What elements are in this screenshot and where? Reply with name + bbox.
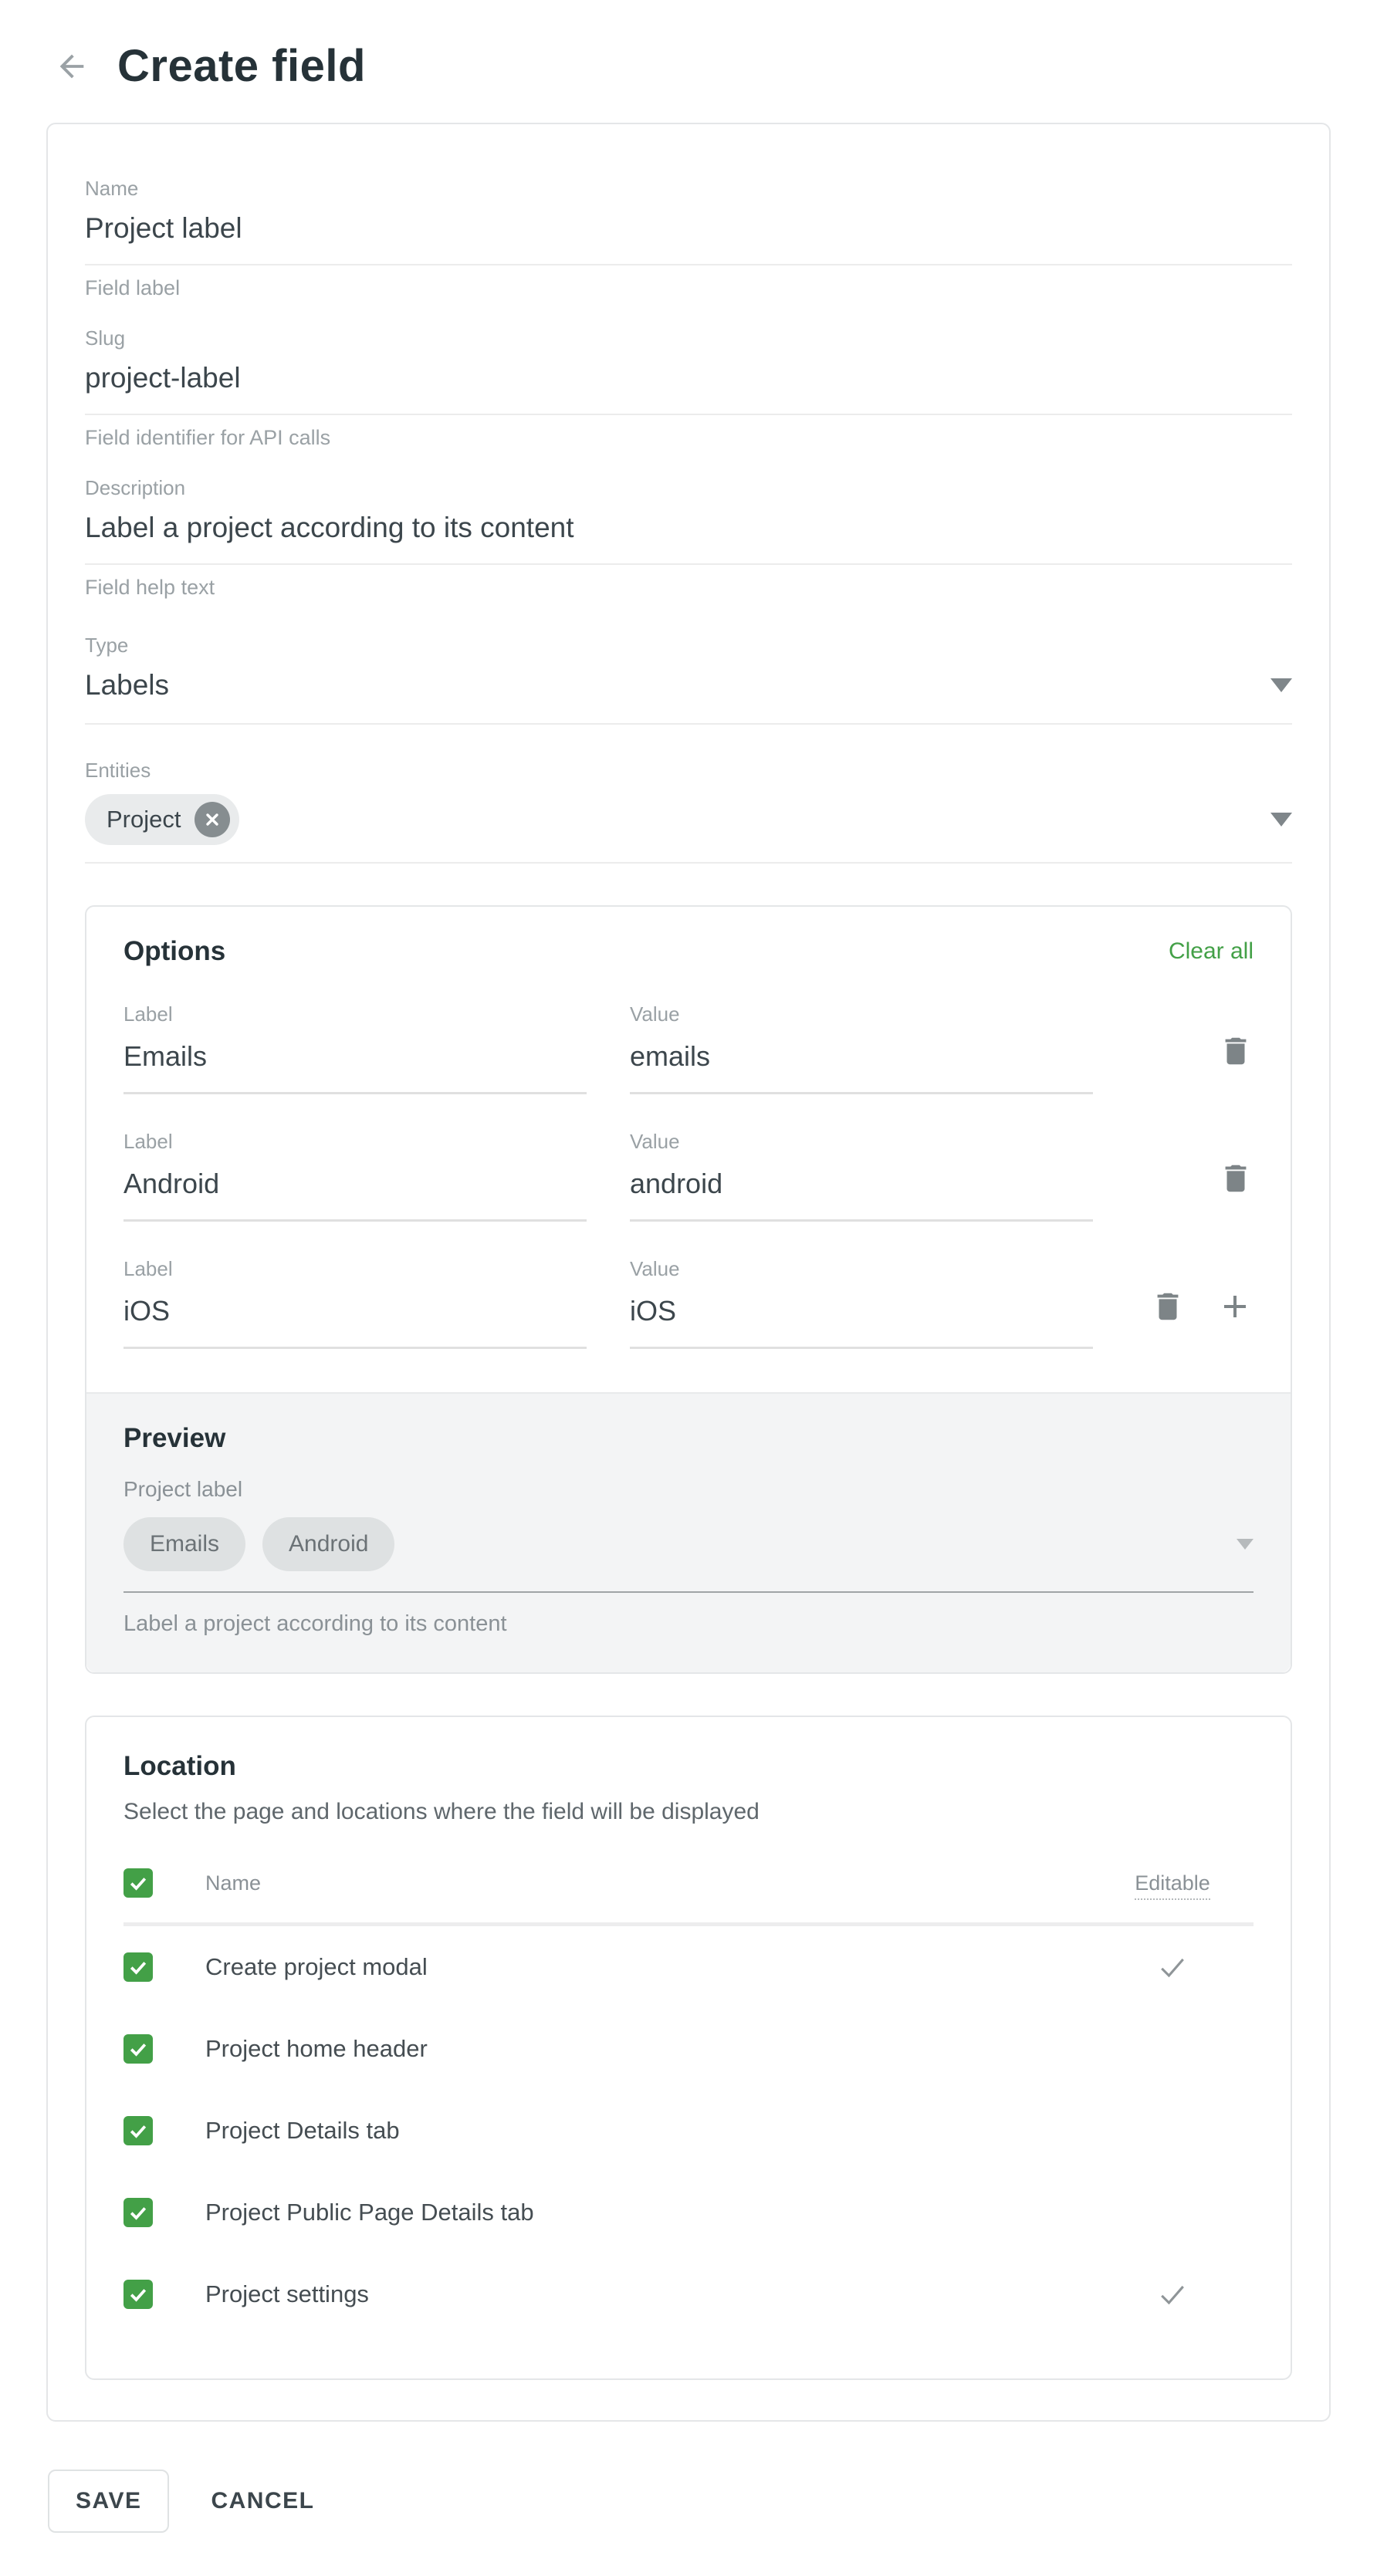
description-field-group: Description Label a project according to… (85, 476, 1292, 600)
option-row: Label Emails Value emails (123, 1002, 1254, 1094)
check-icon (127, 1956, 150, 1979)
clear-all-button[interactable]: Clear all (1169, 938, 1254, 965)
entities-field-label: Entities (85, 759, 1292, 783)
option-label-input[interactable]: Emails (123, 1040, 587, 1094)
options-title: Options (123, 936, 225, 967)
editable-check-icon (1091, 1950, 1254, 1984)
location-row: Project settings (123, 2253, 1254, 2335)
location-checkbox[interactable] (123, 2198, 153, 2227)
option-value-input[interactable]: android (630, 1168, 1093, 1222)
preview-chip: Emails (123, 1517, 245, 1571)
name-input[interactable]: Project label (85, 212, 1292, 265)
options-card: Options Clear all Label Emails Value ema… (85, 905, 1292, 1674)
location-row-name: Project Details tab (205, 2117, 400, 2145)
select-all-checkbox[interactable] (123, 1868, 153, 1898)
location-row-name: Create project modal (205, 1953, 428, 1981)
preview-section: Preview Project label Emails Android Lab… (86, 1392, 1291, 1672)
entities-field-group: Entities Project (85, 759, 1292, 864)
cancel-button[interactable]: CANCEL (211, 2488, 314, 2514)
option-label-input[interactable]: iOS (123, 1295, 587, 1349)
option-value-input[interactable]: emails (630, 1040, 1093, 1094)
check-icon (127, 2283, 150, 2306)
description-input[interactable]: Label a project according to its content (85, 512, 1292, 565)
slug-field-group: Slug project-label Field identifier for … (85, 326, 1292, 450)
option-label-caption: Label (123, 1257, 587, 1281)
location-row: Project Public Page Details tab (123, 2172, 1254, 2253)
option-value-caption: Value (630, 1257, 1093, 1281)
close-icon (203, 810, 222, 829)
location-checkbox[interactable] (123, 2116, 153, 2145)
location-row: Create project modal (123, 1926, 1254, 2008)
arrow-left-icon (54, 49, 90, 84)
entities-select[interactable]: Project (85, 794, 1292, 864)
plus-icon (1216, 1288, 1254, 1325)
type-select[interactable]: Labels (85, 669, 1292, 725)
slug-field-label: Slug (85, 326, 1292, 350)
check-icon (127, 2119, 150, 2142)
slug-field-helper: Field identifier for API calls (85, 426, 1292, 450)
chevron-down-icon (1237, 1539, 1254, 1550)
location-checkbox[interactable] (123, 1952, 153, 1982)
type-field-label: Type (85, 634, 1292, 658)
option-row: Label iOS Value iOS (123, 1257, 1254, 1349)
check-icon (127, 1871, 150, 1895)
page-title: Create field (117, 40, 366, 92)
name-field-helper: Field label (85, 276, 1292, 300)
location-row: Project home header (123, 2008, 1254, 2090)
trash-icon (1218, 1161, 1254, 1196)
option-value-caption: Value (630, 1130, 1093, 1154)
entity-chip-label: Project (107, 806, 181, 833)
location-row-name: Project home header (205, 2035, 428, 2063)
description-field-helper: Field help text (85, 576, 1292, 600)
check-icon (127, 2037, 150, 2060)
location-row-name: Project Public Page Details tab (205, 2199, 534, 2226)
chevron-down-icon (1270, 678, 1292, 692)
name-column-header: Name (205, 1871, 261, 1895)
add-option-button[interactable] (1216, 1288, 1254, 1325)
description-field-label: Description (85, 476, 1292, 500)
page-header: Create field (0, 0, 1377, 92)
option-value-caption: Value (630, 1002, 1093, 1026)
preview-select[interactable]: Emails Android (123, 1517, 1254, 1593)
location-title: Location (123, 1751, 1254, 1782)
type-field-group: Type Labels (85, 634, 1292, 725)
editable-check-icon (1091, 2277, 1254, 2311)
trash-icon (1218, 1033, 1254, 1069)
options-section: Options Clear all Label Emails Value ema… (86, 907, 1291, 1392)
chip-remove-button[interactable] (195, 802, 230, 837)
option-value-input[interactable]: iOS (630, 1295, 1093, 1349)
option-row: Label Android Value android (123, 1130, 1254, 1222)
delete-option-button[interactable] (1218, 1161, 1254, 1196)
trash-icon (1150, 1289, 1186, 1324)
location-subtitle: Select the page and locations where the … (123, 1799, 1254, 1825)
location-row-name: Project settings (205, 2280, 369, 2308)
delete-option-button[interactable] (1218, 1033, 1254, 1069)
save-button[interactable]: SAVE (48, 2470, 169, 2533)
location-table-header: Name Editable (123, 1868, 1254, 1926)
option-label-caption: Label (123, 1130, 587, 1154)
location-card: Location Select the page and locations w… (85, 1716, 1292, 2380)
type-select-value: Labels (85, 669, 169, 701)
editable-column-header: Editable (1091, 1871, 1254, 1895)
name-field-group: Name Project label Field label (85, 177, 1292, 300)
preview-chip: Android (262, 1517, 394, 1571)
preview-helper: Label a project according to its content (123, 1611, 1254, 1637)
create-field-card: Name Project label Field label Slug proj… (46, 123, 1331, 2422)
check-icon (127, 2201, 150, 2224)
slug-input[interactable]: project-label (85, 362, 1292, 415)
location-row: Project Details tab (123, 2090, 1254, 2172)
preview-field-label: Project label (123, 1477, 1254, 1502)
chevron-down-icon (1270, 813, 1292, 827)
option-label-caption: Label (123, 1002, 587, 1026)
option-label-input[interactable]: Android (123, 1168, 587, 1222)
location-checkbox[interactable] (123, 2034, 153, 2064)
location-checkbox[interactable] (123, 2280, 153, 2309)
back-button[interactable] (54, 49, 90, 84)
entity-chip: Project (85, 794, 239, 845)
form-actions: SAVE CANCEL (48, 2470, 1377, 2576)
name-field-label: Name (85, 177, 1292, 201)
preview-title: Preview (123, 1423, 1254, 1454)
delete-option-button[interactable] (1150, 1289, 1186, 1324)
location-table: Name Editable Create project modal (123, 1868, 1254, 2335)
